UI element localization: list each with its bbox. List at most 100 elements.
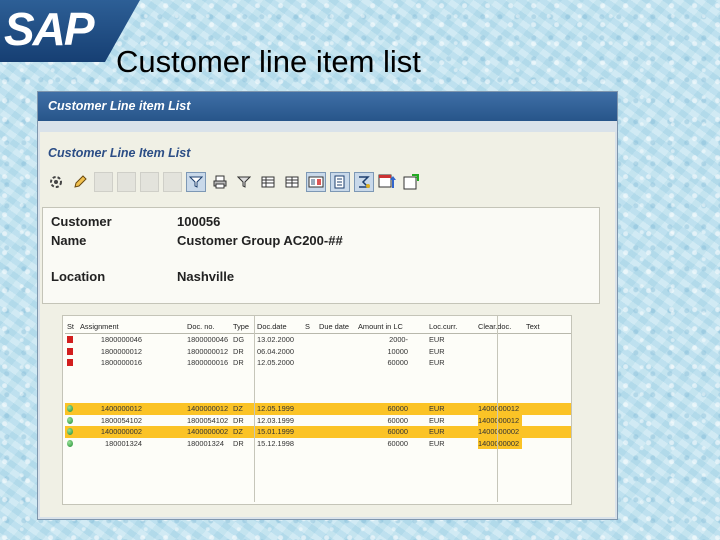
details-icon[interactable]	[330, 172, 350, 192]
col-header-s[interactable]: S	[305, 320, 315, 333]
cell-type: DG	[233, 335, 245, 344]
cell-clear-doc	[478, 357, 522, 369]
cell-s	[305, 334, 315, 346]
open-status-icon	[67, 359, 73, 366]
grid-icon[interactable]	[282, 172, 302, 192]
cell-doc-date: 13.02.2000	[257, 335, 294, 344]
execute-icon[interactable]	[46, 172, 66, 192]
cell-text	[526, 415, 556, 427]
cell-assignment: 1400000002	[100, 427, 142, 436]
grid-icon[interactable]	[258, 172, 278, 192]
cell-s	[305, 438, 315, 450]
cell-clear-doc: 1400000012	[478, 414, 522, 426]
cell-text	[526, 438, 556, 450]
col-header-doc-no[interactable]: Doc. no.	[187, 320, 231, 333]
cell-due-date	[319, 438, 357, 450]
cell-amount: 60000	[387, 415, 408, 425]
spacer-row	[65, 369, 571, 381]
table-row[interactable]: 1400000012 1400000012 DZ 12.05.1999 60000 EUR…	[65, 403, 571, 415]
cleared-status-icon	[67, 428, 73, 435]
cell-loc-curr: EUR	[429, 346, 445, 356]
col-header-type[interactable]: Type	[233, 320, 255, 333]
cell-s	[305, 346, 315, 358]
cell-type: DR	[233, 358, 244, 367]
table-row[interactable]: 1800054102 1800054102 DR 12.03.1999 60000 EUR…	[65, 414, 571, 427]
cell-amount: 60000	[387, 404, 408, 413]
cell-loc-curr: EUR	[429, 415, 445, 425]
table-row[interactable]: 1800000012 1800000012 DR 06.04.2000 10000 EUR	[65, 346, 571, 358]
page-title: Customer line item list	[116, 44, 421, 79]
cell-clear-doc: 1400000002	[478, 437, 522, 449]
col-header-st[interactable]: St	[67, 320, 79, 333]
upload-icon[interactable]	[402, 172, 422, 192]
spacer-row	[65, 380, 571, 392]
cell-text	[526, 426, 556, 438]
spacer-row	[65, 461, 571, 473]
name-value: Customer Group AC200-##	[177, 233, 343, 248]
cell-assignment: 1400000012	[100, 404, 142, 413]
pencil-icon[interactable]	[70, 172, 90, 192]
table-row[interactable]: 1800000016 1800000016 DR 12.05.2000 60000 EUR	[65, 357, 571, 369]
cell-due-date	[319, 415, 357, 427]
cell-doc-no: 1400000002	[187, 427, 229, 436]
cell-doc-date: 15.01.1999	[257, 427, 294, 436]
table-row[interactable]: 1400000002 1400000002 DZ 15.01.1999 60000 EUR…	[65, 426, 571, 438]
cell-assignment: 1800054102	[100, 415, 142, 425]
line-item-list: St Assignment Doc. no. Type Doc.date S D…	[62, 315, 572, 505]
location-label: Location	[51, 269, 106, 284]
table-header-row: St Assignment Doc. no. Type Doc.date S D…	[65, 320, 571, 334]
cell-clear-doc: 1400000002	[478, 427, 520, 436]
cell-clear-doc	[478, 346, 522, 358]
cell-amount: 2000-	[389, 335, 408, 344]
cell-doc-date: 15.12.1998	[257, 438, 294, 448]
cell-due-date	[319, 403, 357, 415]
set-filter-icon[interactable]	[234, 172, 254, 192]
col-header-text[interactable]: Text	[526, 320, 556, 333]
cell-doc-no: 1800000012	[187, 346, 229, 356]
print-icon[interactable]	[210, 172, 230, 192]
filter-icon[interactable]	[186, 172, 206, 192]
sap-window: Customer Line item List Customer Line It…	[37, 91, 618, 520]
table-row[interactable]: 1800000046 1800000046 DG 13.02.2000 2000- EUR	[65, 334, 571, 346]
cell-text	[526, 346, 556, 358]
screen-title: Customer Line Item List	[48, 146, 191, 160]
spacer-row	[65, 449, 571, 461]
cell-due-date	[319, 357, 357, 369]
blank-slot-2	[117, 172, 136, 192]
cell-loc-curr: EUR	[429, 404, 445, 413]
sum-icon[interactable]	[354, 172, 374, 192]
col-header-doc-date[interactable]: Doc.date	[257, 320, 301, 333]
open-items-group: 1800000046 1800000046 DG 13.02.2000 2000- EUR…	[65, 334, 571, 369]
table-row[interactable]: 180001324 180001324 DR 15.12.1998 60000 EUR 14…	[65, 437, 571, 450]
col-header-assignment[interactable]: Assignment	[80, 320, 142, 333]
cell-assignment: 1800000046	[100, 335, 142, 344]
col-header-amount[interactable]: Amount in LC	[358, 320, 408, 333]
cleared-status-icon	[67, 405, 73, 412]
location-value: Nashville	[177, 269, 235, 284]
cell-amount: 60000	[387, 438, 408, 448]
cell-text	[526, 357, 556, 369]
col-header-clear-doc[interactable]: Clear.doc.	[478, 320, 522, 333]
cell-s	[305, 415, 315, 427]
cell-doc-no: 1800000046	[187, 335, 229, 344]
cell-clear-doc	[478, 334, 522, 346]
cell-clear-doc: 1400000012	[478, 404, 520, 413]
cell-doc-no: 180001324	[187, 438, 224, 448]
customer-value: 100056	[177, 214, 221, 229]
cell-amount: 10000	[387, 346, 408, 356]
application-toolbar	[46, 170, 422, 194]
layout-icon[interactable]	[306, 172, 326, 192]
cell-doc-date: 12.05.1999	[257, 404, 294, 413]
cell-type: DZ	[233, 404, 243, 413]
header-panel: Customer 100056 Name Customer Group AC20…	[42, 207, 600, 304]
col-header-loc-curr[interactable]: Loc.curr.	[429, 320, 475, 333]
customer-label: Customer	[51, 214, 112, 229]
open-status-icon	[67, 347, 73, 355]
cell-due-date	[319, 426, 357, 438]
blank-slot-4	[163, 172, 182, 192]
cell-loc-curr: EUR	[429, 335, 445, 344]
export-icon[interactable]	[378, 172, 398, 192]
col-header-due-date[interactable]: Due date	[319, 320, 357, 333]
cell-type: DR	[233, 438, 244, 448]
cell-s	[305, 403, 315, 415]
